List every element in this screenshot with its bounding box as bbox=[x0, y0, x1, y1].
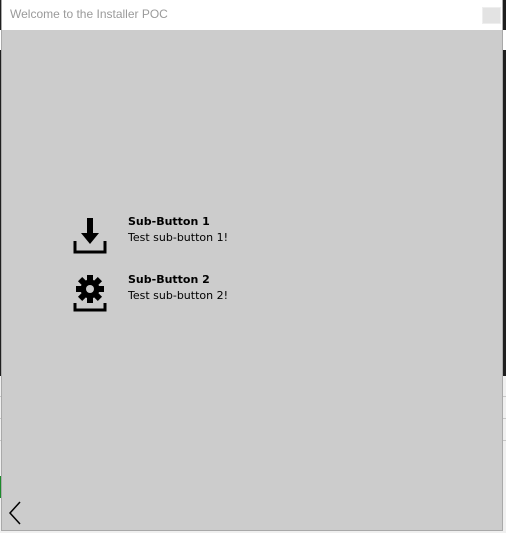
window-title: Welcome to the Installer POC bbox=[10, 7, 168, 21]
sub-button-2[interactable]: Sub-Button 2 Test sub-button 2! bbox=[70, 273, 330, 317]
title-bar: Welcome to the Installer POC bbox=[2, 0, 502, 30]
gear-install-icon bbox=[70, 273, 110, 313]
sub-button-1-description: Test sub-button 1! bbox=[128, 231, 228, 244]
chevron-left-icon bbox=[8, 501, 21, 525]
sub-button-2-label: Sub-Button 2 bbox=[128, 273, 210, 286]
sub-button-1-label: Sub-Button 1 bbox=[128, 215, 210, 228]
close-button[interactable] bbox=[482, 7, 501, 24]
download-icon bbox=[70, 215, 110, 255]
sub-button-2-description: Test sub-button 2! bbox=[128, 289, 228, 302]
back-button[interactable] bbox=[6, 500, 24, 526]
installer-dialog: Welcome to the Installer POC Sub-Button … bbox=[2, 0, 502, 530]
sub-button-1[interactable]: Sub-Button 1 Test sub-button 1! bbox=[70, 215, 330, 259]
